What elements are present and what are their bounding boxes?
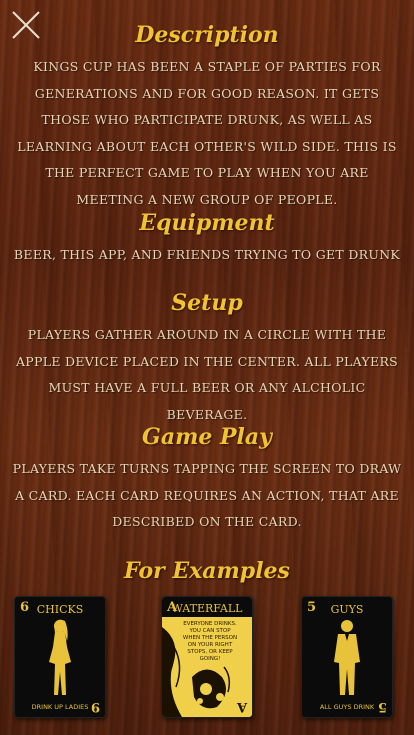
- setup-section: Setup Players gather around in a circle …: [0, 290, 414, 428]
- examples-heading: For Examples: [124, 558, 290, 584]
- card-guys[interactable]: 5 Guys All guys drink 5: [301, 596, 393, 718]
- equipment-heading: Equipment: [139, 210, 275, 236]
- card-title: Guys: [330, 603, 364, 616]
- gameplay-heading: Game Play: [142, 424, 272, 450]
- example-cards: 6 Chicks Drink up ladies 9 A Waterfall E…: [0, 596, 414, 718]
- card-rank-bottom: A: [236, 699, 247, 714]
- gameplay-body: Players take turns tapping the screen to…: [12, 461, 402, 529]
- description-section: Description Kings cup has been a staple …: [0, 22, 414, 213]
- description-heading: Description: [135, 22, 279, 48]
- man-silhouette-icon: [334, 620, 360, 695]
- examples-section: For Examples: [0, 558, 414, 584]
- card-rank-bottom: 9: [90, 699, 100, 714]
- card-rank-bottom: 5: [377, 699, 387, 714]
- card-waterfall[interactable]: A Waterfall Everyone drinks. You can sto…: [161, 596, 253, 718]
- card-chicks[interactable]: 6 Chicks Drink up ladies 9: [14, 596, 106, 718]
- setup-body: Players gather around in a circle with t…: [15, 327, 399, 422]
- setup-heading: Setup: [171, 290, 243, 316]
- equipment-section: Equipment Beer, this app, and friends tr…: [0, 210, 414, 269]
- description-body: Kings cup has been a staple of parties f…: [17, 59, 397, 207]
- woman-silhouette-icon: [49, 619, 71, 695]
- gameplay-section: Game Play Players take turns tapping the…: [0, 424, 414, 536]
- card-title: Chicks: [36, 603, 84, 616]
- equipment-body: Beer, this app, and friends trying to ge…: [13, 247, 401, 262]
